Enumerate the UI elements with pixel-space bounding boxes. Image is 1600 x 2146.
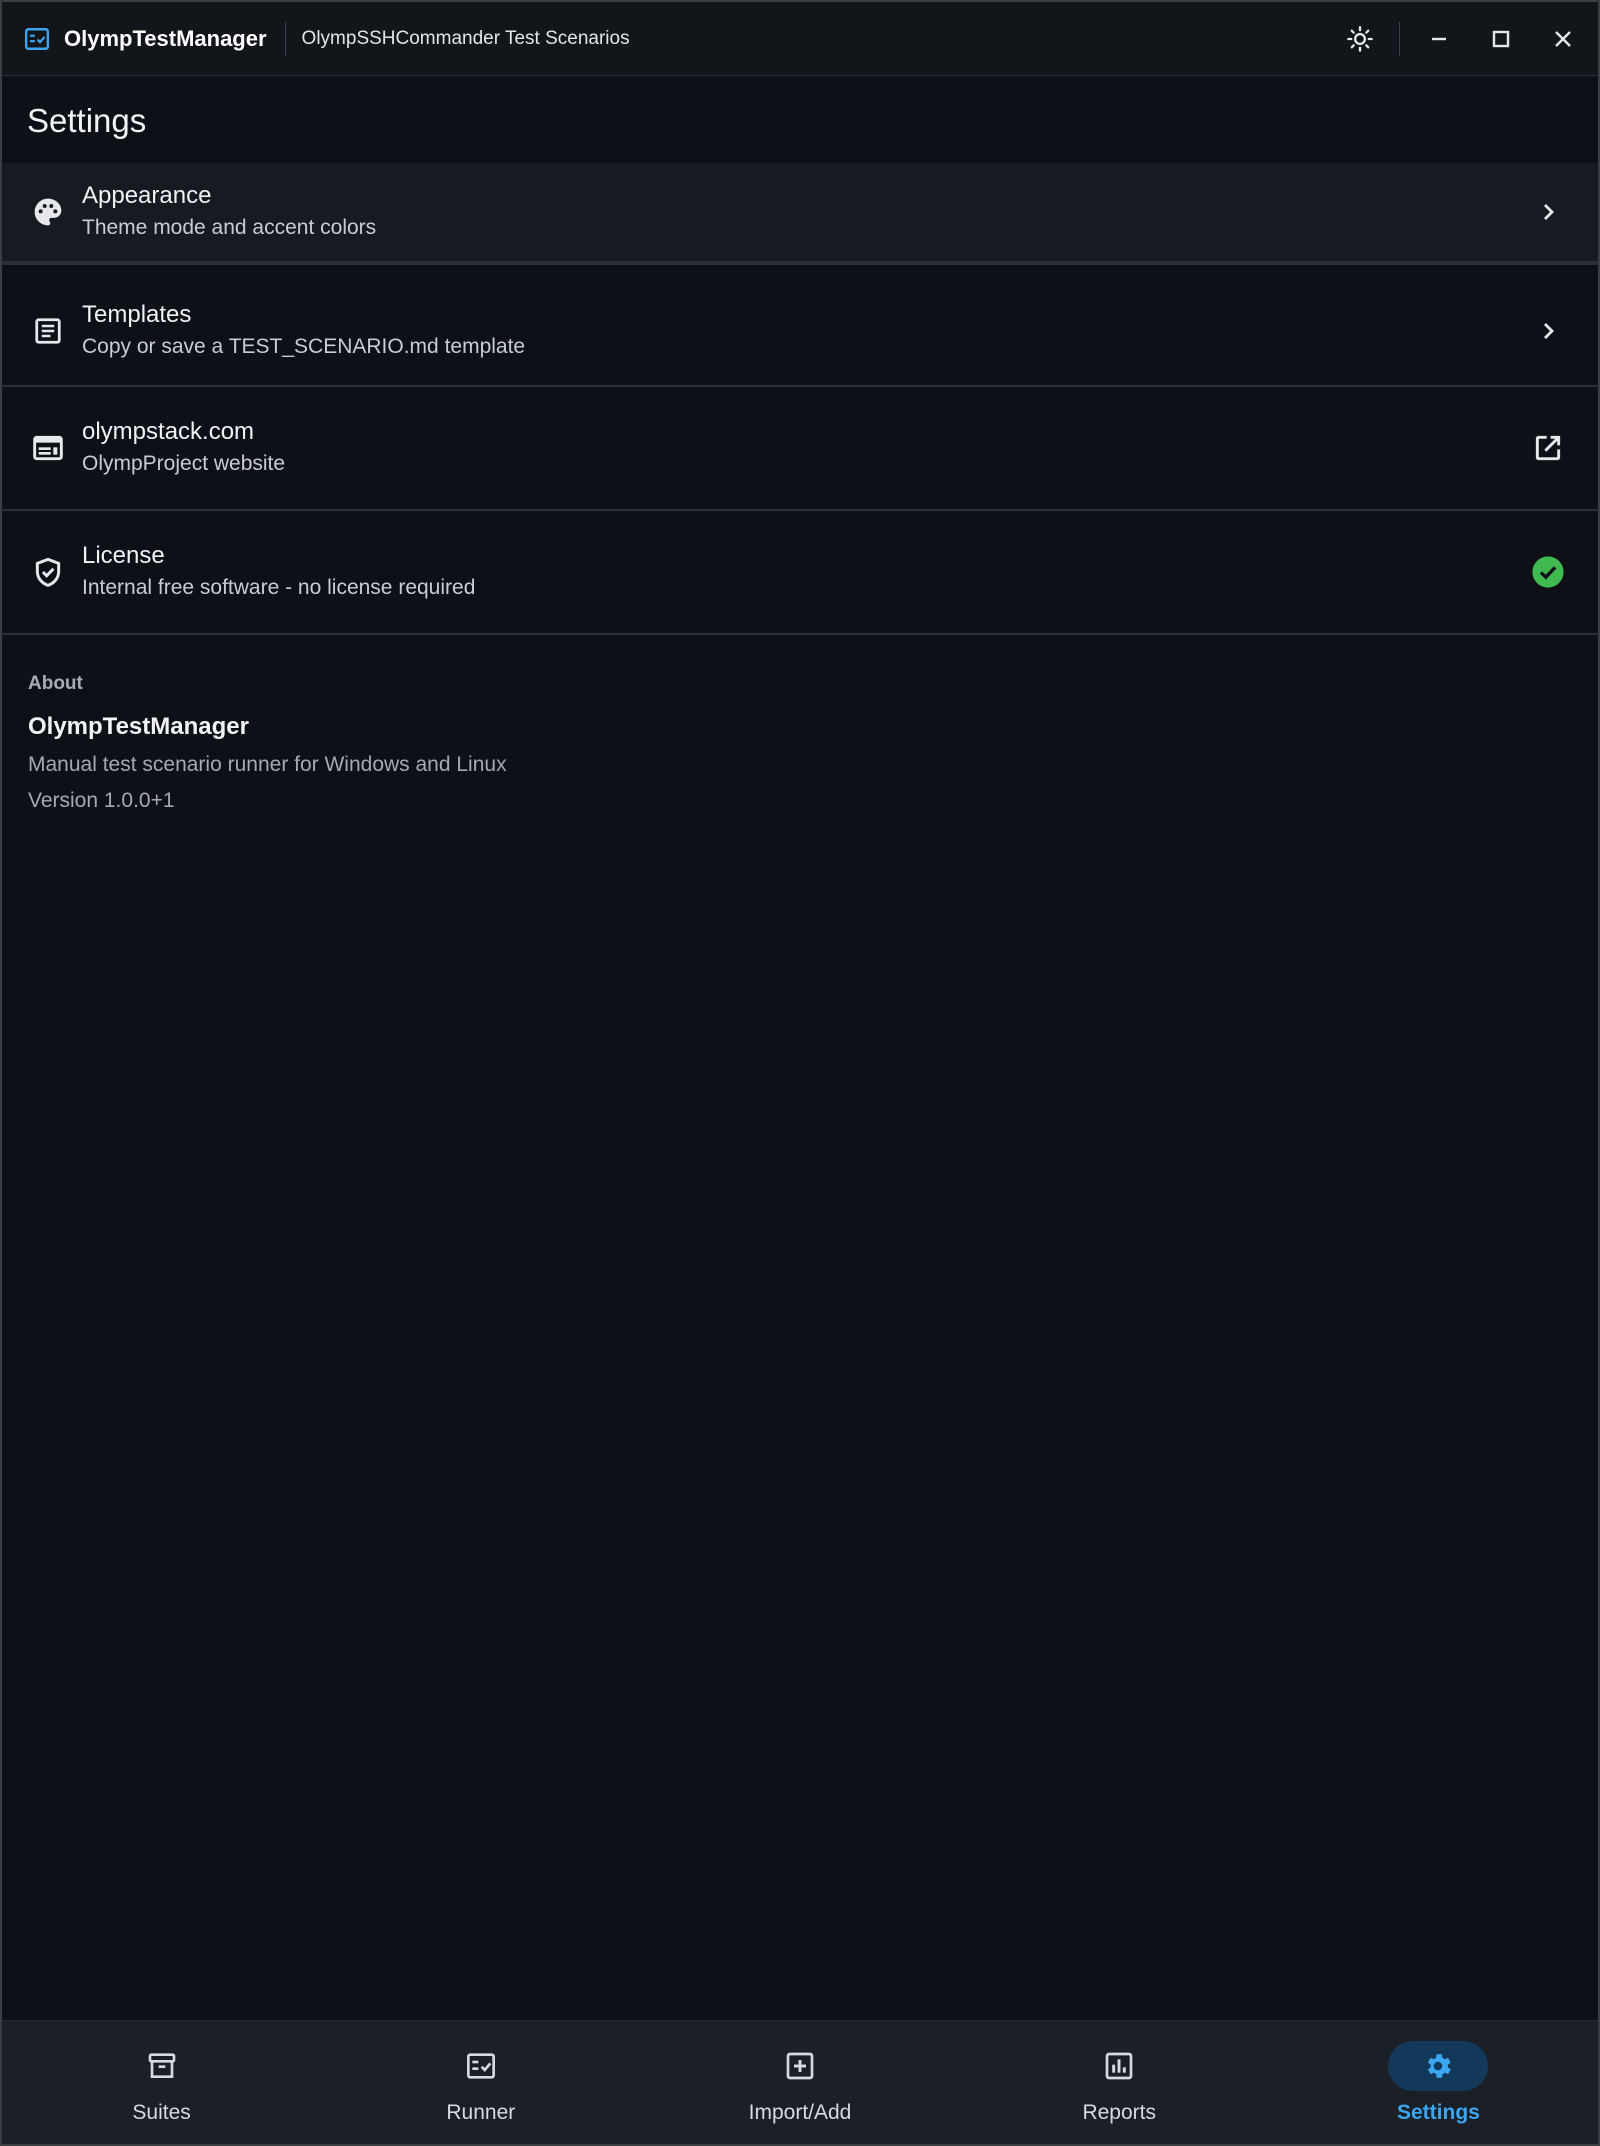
- theme-toggle-button[interactable]: [1329, 2, 1391, 76]
- settings-item-appearance[interactable]: Appearance Theme mode and accent colors: [2, 163, 1598, 263]
- about-version: Version 1.0.0+1: [28, 789, 175, 812]
- settings-item-title: License: [82, 542, 165, 569]
- settings-item-title: Templates: [82, 301, 192, 328]
- nav-active-indicator: [1388, 2041, 1489, 2091]
- settings-item-subtitle: Internal free software - no license requ…: [82, 576, 476, 599]
- maximize-icon: [1492, 30, 1510, 47]
- nav-item-runner[interactable]: Runner: [321, 2021, 640, 2144]
- settings-item-templates[interactable]: Templates Copy or save a TEST_SCENARIO.m…: [2, 263, 1598, 387]
- settings-item-subtitle: Theme mode and accent colors: [82, 216, 377, 239]
- close-button[interactable]: [1532, 2, 1594, 76]
- minimize-button[interactable]: [1408, 2, 1470, 76]
- app-window: OlympTestManager OlympSSHCommander Test …: [0, 0, 1600, 2146]
- nav-label: Runner: [446, 2101, 516, 2124]
- open-in-new-icon: [1535, 435, 1561, 461]
- project-name[interactable]: OlympSSHCommander Test Scenarios: [302, 28, 630, 50]
- nav-item-suites[interactable]: Suites: [2, 2021, 321, 2144]
- about-description: Manual test scenario runner for Windows …: [28, 753, 507, 776]
- settings-item-website[interactable]: olympstack.com OlympProject website: [2, 387, 1598, 511]
- checklist-icon: [466, 2053, 495, 2079]
- about-heading: About: [28, 673, 83, 694]
- about-app-name: OlympTestManager: [28, 713, 249, 740]
- gear-icon: [1428, 2054, 1452, 2078]
- check-circle-icon: [1532, 556, 1564, 588]
- maximize-button[interactable]: [1470, 2, 1532, 76]
- web-icon: [33, 435, 63, 461]
- chevron-right-icon: [1544, 323, 1554, 339]
- shield-check-icon: [35, 557, 61, 587]
- bottom-navigation: Suites Runner Import/Add Reports Setting…: [2, 2020, 1598, 2144]
- checklist-logo-icon: [24, 27, 50, 50]
- brightness-icon: [1347, 25, 1373, 52]
- settings-page: Settings Appearance Theme mode and accen…: [2, 77, 1598, 813]
- title-bar: OlympTestManager OlympSSHCommander Test …: [2, 2, 1598, 76]
- settings-item-subtitle: Copy or save a TEST_SCENARIO.md template: [82, 335, 526, 358]
- nav-label: Import/Add: [748, 2101, 852, 2124]
- nav-item-settings[interactable]: Settings: [1279, 2021, 1598, 2144]
- window-controls-separator: [1399, 21, 1400, 56]
- page-title: Settings: [27, 102, 147, 139]
- add-box-icon: [786, 2052, 814, 2080]
- bar-chart-icon: [1105, 2052, 1133, 2080]
- nav-label: Settings: [1396, 2101, 1480, 2124]
- nav-label: Suites: [132, 2101, 191, 2124]
- palette-icon: [34, 198, 62, 226]
- nav-label: Reports: [1082, 2101, 1156, 2124]
- about-section: About OlympTestManager Manual test scena…: [2, 635, 1598, 813]
- title-separator: [284, 21, 286, 56]
- minimize-icon: [1432, 37, 1446, 40]
- settings-item-license[interactable]: License Internal free software - no lice…: [2, 511, 1598, 635]
- article-icon: [35, 318, 61, 344]
- app-name: OlympTestManager: [64, 25, 267, 51]
- archive-icon: [148, 2053, 175, 2078]
- nav-item-import-add[interactable]: Import/Add: [640, 2021, 959, 2144]
- settings-item-title: Appearance: [82, 182, 212, 209]
- chevron-right-icon: [1544, 204, 1554, 220]
- settings-item-subtitle: OlympProject website: [82, 452, 286, 475]
- nav-item-reports[interactable]: Reports: [960, 2021, 1279, 2144]
- settings-item-title: olympstack.com: [82, 418, 255, 445]
- close-icon: [1555, 30, 1571, 47]
